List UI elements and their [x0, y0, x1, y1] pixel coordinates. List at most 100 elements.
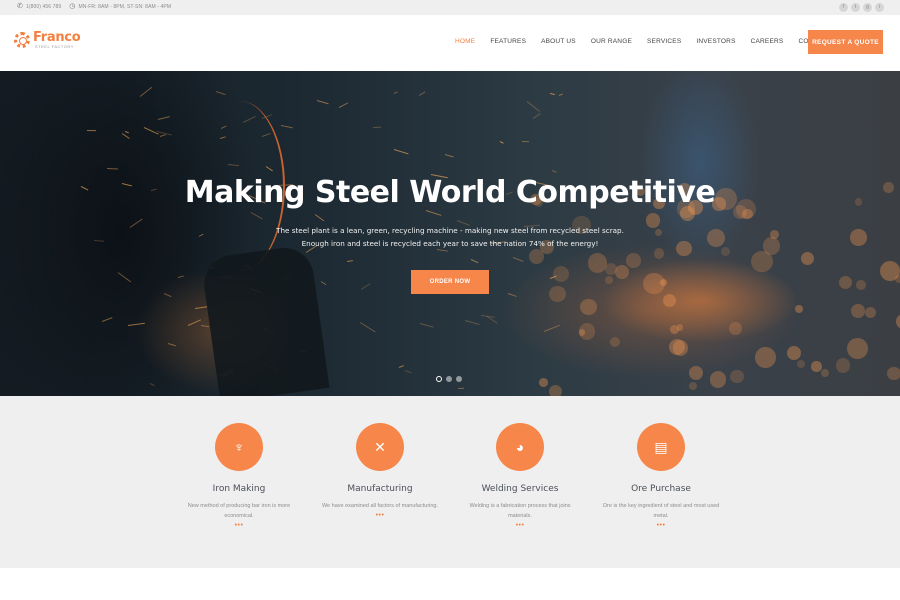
- spark-streak: [419, 91, 427, 96]
- twitter-icon[interactable]: t: [851, 3, 860, 12]
- welding-mask-icon[interactable]: ◕: [496, 423, 544, 471]
- bokeh-light: [835, 358, 851, 373]
- spark-streak: [177, 275, 184, 279]
- bokeh-light: [609, 337, 621, 348]
- contact-info: ✆ 1(800) 456 789 ◷ MN-FR: 8AM - 8PM, ST-…: [17, 3, 171, 10]
- bokeh-light: [896, 314, 900, 330]
- opening-hours: MN-FR: 8AM - 8PM, ST-SN: 8AM - 4PM: [78, 3, 172, 10]
- bokeh-light: [539, 378, 548, 388]
- hero-slider: Making Steel World Competitive The steel…: [0, 71, 900, 396]
- service-card: ◕ Welding Services Welding is a fabricat…: [450, 423, 590, 529]
- clock-icon: ◷: [69, 3, 76, 10]
- service-title[interactable]: Ore Purchase: [591, 484, 731, 494]
- hours-info: ◷ MN-FR: 8AM - 8PM, ST-SN: 8AM - 4PM: [69, 3, 171, 10]
- spark-streak: [457, 219, 471, 226]
- bokeh-light: [821, 369, 830, 378]
- phone-icon: ✆: [17, 3, 23, 10]
- spark-streak: [425, 209, 442, 216]
- phone-info: ✆ 1(800) 456 789: [17, 3, 61, 10]
- spark-streak: [102, 317, 113, 323]
- bokeh-light: [709, 371, 727, 388]
- spark-streak: [361, 283, 371, 291]
- spark-streak: [394, 149, 409, 155]
- request-quote-button[interactable]: REQUEST A QUOTE: [808, 30, 883, 54]
- spark-streak: [317, 99, 330, 105]
- service-description: New method of producing bar iron is more…: [187, 503, 291, 519]
- spark-streak: [359, 322, 375, 333]
- spark-streak: [347, 260, 353, 263]
- ore-cart-icon[interactable]: ▤: [637, 423, 685, 471]
- bokeh-light: [864, 306, 876, 318]
- hero-subtitle-line2: Enough iron and steel is recycled each y…: [301, 239, 599, 248]
- spark-streak: [127, 322, 145, 326]
- nav-services[interactable]: SERVICES: [647, 38, 681, 45]
- tools-icon[interactable]: ✕: [356, 423, 404, 471]
- google-plus-icon[interactable]: g: [863, 3, 872, 12]
- site-header: Franco STEEL FACTORY HOME FEATURES ABOUT…: [0, 15, 900, 71]
- spark-streak: [320, 280, 326, 285]
- service-title[interactable]: Manufacturing: [310, 484, 450, 494]
- bokeh-light: [660, 279, 668, 286]
- bokeh-light: [855, 279, 866, 290]
- bokeh-light: [729, 322, 742, 335]
- nav-features[interactable]: FEATURES: [490, 38, 526, 45]
- bokeh-light: [800, 251, 814, 266]
- spark-streak: [398, 364, 404, 368]
- service-title[interactable]: Welding Services: [450, 484, 590, 494]
- spark-streak: [507, 292, 517, 297]
- spark-streak: [124, 131, 130, 134]
- spark-streak: [216, 91, 227, 96]
- bokeh-light: [887, 367, 900, 381]
- instagram-icon[interactable]: i: [875, 3, 884, 12]
- read-more-dots[interactable]: •••: [169, 522, 309, 529]
- read-more-dots[interactable]: •••: [310, 512, 450, 519]
- bokeh-light: [668, 338, 686, 356]
- slide-dot-2[interactable]: [446, 376, 452, 382]
- bokeh-light: [663, 294, 677, 308]
- service-description: Ore is the key ingredient of steel and m…: [602, 503, 720, 519]
- facebook-icon[interactable]: f: [839, 3, 848, 12]
- iron-cauldron-icon[interactable]: ♆: [215, 423, 263, 471]
- spark-streak: [393, 91, 399, 95]
- nav-about-us[interactable]: ABOUT US: [541, 38, 576, 45]
- bokeh-light: [549, 285, 566, 303]
- nav-careers[interactable]: CAREERS: [751, 38, 784, 45]
- spark-streak: [532, 112, 541, 119]
- spark-streak: [163, 293, 172, 298]
- hero-title: Making Steel World Competitive: [184, 175, 716, 210]
- phone-number[interactable]: 1(800) 456 789: [26, 4, 61, 10]
- bokeh-light: [688, 381, 697, 390]
- bokeh-light: [580, 298, 597, 316]
- order-now-button[interactable]: ORDER NOW: [411, 270, 489, 294]
- service-card: ✕ Manufacturing We have examined all fac…: [310, 423, 450, 519]
- nav-investors[interactable]: INVESTORS: [696, 38, 735, 45]
- service-title[interactable]: Iron Making: [169, 484, 309, 494]
- service-description: Welding is a fabrication process that jo…: [469, 503, 571, 519]
- social-links: f t g i: [839, 3, 884, 12]
- spark-streak: [200, 325, 209, 328]
- nav-our-range[interactable]: OUR RANGE: [591, 38, 632, 45]
- slide-dot-1[interactable]: [436, 376, 442, 382]
- bokeh-light: [838, 275, 852, 289]
- logo[interactable]: Franco STEEL FACTORY: [14, 31, 81, 49]
- page-bottom-area: [0, 568, 900, 600]
- bokeh-light: [654, 248, 665, 259]
- spark-streak: [419, 322, 435, 328]
- spark-streak: [339, 101, 349, 108]
- bokeh-light: [578, 323, 596, 340]
- spark-streak: [499, 141, 504, 144]
- read-more-dots[interactable]: •••: [450, 522, 590, 529]
- spark-streak: [373, 126, 381, 128]
- main-nav: HOME FEATURES ABOUT US OUR RANGE SERVICE…: [455, 38, 850, 45]
- service-card: ♆ Iron Making New method of producing ba…: [169, 423, 309, 529]
- bokeh-light: [548, 385, 562, 396]
- bokeh-light: [669, 325, 679, 335]
- spark-streak: [139, 86, 152, 97]
- spark-streak: [404, 369, 412, 374]
- bokeh-light: [751, 251, 773, 273]
- spark-streak: [149, 382, 155, 386]
- spark-streak: [117, 271, 131, 283]
- nav-home[interactable]: HOME: [455, 38, 475, 45]
- read-more-dots[interactable]: •••: [591, 522, 731, 529]
- slide-dot-3[interactable]: [456, 376, 462, 382]
